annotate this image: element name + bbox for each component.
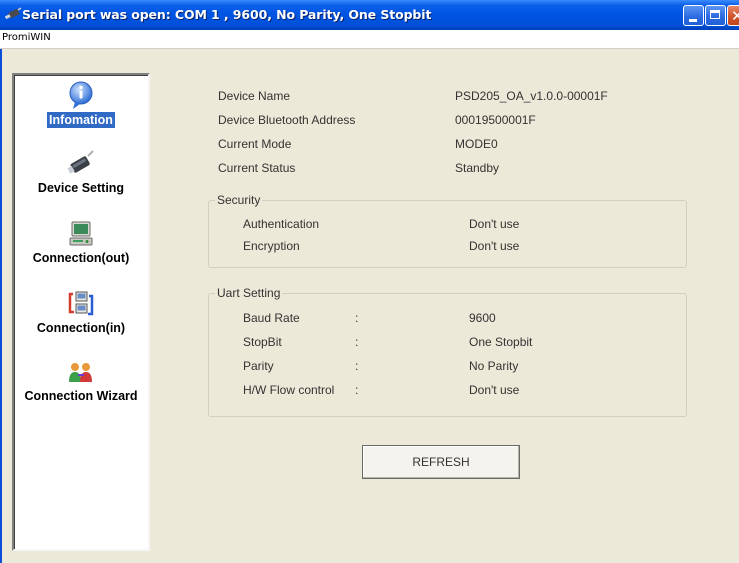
parity-colon: : (355, 359, 359, 373)
device-name-value: PSD205_OA_v1.0.0-00001F (455, 89, 608, 103)
current-status-value: Standby (455, 161, 500, 175)
security-group: Security (208, 193, 687, 268)
sidebar-item-label: Connection(in) (36, 321, 126, 335)
window-frame-left (0, 49, 2, 563)
minimize-button[interactable] (683, 5, 704, 26)
sidebar-item-information[interactable]: Infomation (14, 80, 148, 129)
uart-group-title: Uart Setting (215, 286, 283, 300)
parity-label: Parity (243, 359, 274, 373)
sidebar: Infomation Device Setting Connection(out… (12, 73, 150, 551)
authentication-value: Don't use (469, 217, 520, 231)
maximize-button[interactable] (705, 5, 726, 26)
sidebar-item-connection-out[interactable]: Connection(out) (14, 220, 148, 267)
encryption-value: Don't use (469, 239, 520, 253)
baud-rate-value: 9600 (469, 311, 496, 325)
encryption-label: Encryption (243, 239, 300, 253)
flow-control-label: H/W Flow control (243, 383, 335, 397)
sidebar-item-label: Connection Wizard (24, 389, 138, 403)
menu-promiwin[interactable]: PromiWIN (2, 32, 51, 43)
window-title: Serial port was open: COM 1 , 9600, No P… (22, 7, 432, 22)
stopbit-value: One Stopbit (469, 335, 533, 349)
flow-control-value: Don't use (469, 383, 520, 397)
computer-connection-out-icon (69, 221, 93, 246)
security-group-title: Security (215, 193, 263, 207)
computer-connection-in-icon (68, 291, 94, 316)
flow-control-colon: : (355, 383, 359, 397)
bt-address-label: Device Bluetooth Address (218, 113, 356, 127)
sidebar-item-connection-wizard[interactable]: Connection Wizard (14, 360, 148, 405)
wizard-people-icon (69, 363, 92, 382)
current-mode-value: MODE0 (455, 137, 498, 151)
menu-bar: PromiWIN (0, 30, 739, 49)
close-button[interactable] (727, 5, 739, 26)
current-status-label: Current Status (218, 161, 296, 175)
refresh-button[interactable]: REFRESH (362, 445, 520, 479)
baud-rate-label: Baud Rate (243, 311, 300, 325)
current-mode-label: Current Mode (218, 137, 292, 151)
sidebar-item-label: Device Setting (37, 181, 125, 195)
stopbit-colon: : (355, 335, 359, 349)
title-bar[interactable]: Serial port was open: COM 1 , 9600, No P… (0, 0, 739, 30)
info-icon (69, 81, 93, 109)
parity-value: No Parity (469, 359, 519, 373)
sidebar-item-connection-in[interactable]: Connection(in) (14, 290, 148, 337)
sidebar-item-label: Connection(out) (32, 251, 130, 265)
bt-address-value: 00019500001F (455, 113, 536, 127)
sidebar-item-label: Infomation (47, 112, 115, 128)
sidebar-item-device-setting[interactable]: Device Setting (14, 150, 148, 197)
authentication-label: Authentication (243, 217, 320, 231)
stopbit-label: StopBit (243, 335, 282, 349)
baud-rate-colon: : (355, 311, 359, 325)
device-icon (67, 150, 94, 174)
device-name-label: Device Name (218, 89, 291, 103)
serial-plug-icon (4, 7, 22, 20)
